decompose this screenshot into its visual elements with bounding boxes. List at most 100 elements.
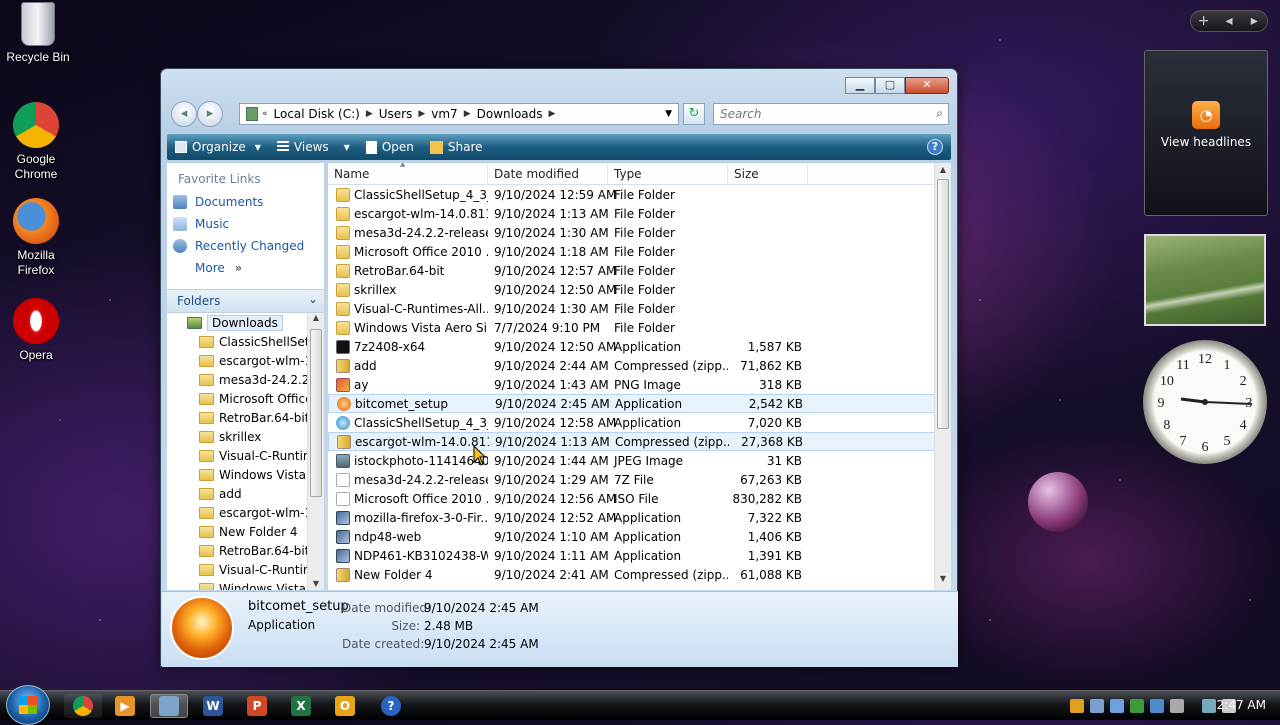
taskbar-word[interactable]: W xyxy=(194,694,232,718)
close-button[interactable]: ✕ xyxy=(905,77,949,94)
file-row[interactable]: ay 9/10/2024 1:43 AM PNG Image 318 KB xyxy=(328,375,951,394)
security-shield-icon[interactable] xyxy=(1070,699,1084,713)
favorite-music[interactable]: Music xyxy=(167,213,324,235)
file-row[interactable]: istockphoto-11414640... 9/10/2024 1:44 AM… xyxy=(328,451,951,470)
column-header-size[interactable]: Size xyxy=(728,163,808,184)
search-input[interactable]: Search ⌕ xyxy=(713,103,949,125)
slideshow-gadget[interactable] xyxy=(1144,234,1266,326)
views-button[interactable]: Views ▼ xyxy=(269,134,358,160)
folder-tree-item[interactable]: Windows Vista Aero xyxy=(167,579,324,590)
organize-button[interactable]: Organize ▼ xyxy=(167,134,269,160)
folder-tree-item[interactable]: mesa3d-24.2.2-release xyxy=(167,370,324,389)
taskbar-chrome[interactable] xyxy=(64,694,102,718)
start-button[interactable] xyxy=(6,685,50,725)
scroll-down-arrow-icon[interactable]: ▼ xyxy=(935,574,951,588)
folder-tree-item[interactable]: escargot-wlm-14.0.8117 xyxy=(167,351,324,370)
breadcrumb-separator-icon[interactable]: ▶ xyxy=(464,109,471,119)
breadcrumb-vm7[interactable]: vm7 xyxy=(425,107,463,121)
file-row[interactable]: NDP461-KB3102438-W... 9/10/2024 1:11 AM Ap… xyxy=(328,546,951,565)
breadcrumb-users[interactable]: Users xyxy=(373,107,419,121)
column-header-type[interactable]: Type xyxy=(608,163,728,184)
help-icon[interactable]: ? xyxy=(927,139,943,155)
view-headlines-link[interactable]: View headlines xyxy=(1145,135,1267,149)
folder-tree-item[interactable]: escargot-wlm-14 xyxy=(167,503,324,522)
folders-header[interactable]: Folders ⌄ xyxy=(167,289,324,313)
display-icon[interactable] xyxy=(1110,699,1124,713)
taskbar-media-player[interactable]: ▶ xyxy=(106,694,144,718)
desktop-icon-firefox[interactable]: Mozilla Firefox xyxy=(0,198,74,278)
address-bar[interactable]: « Local Disk (C:) ▶ Users ▶ vm7 ▶ Downloads… xyxy=(239,103,679,125)
check-icon[interactable] xyxy=(1130,699,1144,713)
forward-button[interactable]: ▸ xyxy=(197,101,223,127)
folder-tree-item[interactable]: skrillex xyxy=(167,427,324,446)
folder-tree-item[interactable]: New Folder 4 xyxy=(167,522,324,541)
prev-gadget-icon[interactable]: ◂ xyxy=(1216,13,1241,29)
favorite-documents[interactable]: Documents xyxy=(167,191,324,213)
scroll-up-arrow-icon[interactable]: ▲ xyxy=(935,165,951,179)
taskbar-excel[interactable]: X xyxy=(282,694,320,718)
network-icon[interactable] xyxy=(1090,699,1104,713)
scrollbar-thumb[interactable] xyxy=(310,329,322,497)
desktop-icon-chrome[interactable]: Google Chrome xyxy=(0,102,74,182)
folder-tree-item[interactable]: Visual-C-Runtimes xyxy=(167,446,324,465)
folder-tree-item[interactable]: RetroBar.64-bit xyxy=(167,541,324,560)
file-row[interactable]: escargot-wlm-14.0.811... 9/10/2024 1:13 A… xyxy=(328,432,951,451)
back-button[interactable]: ◂ xyxy=(171,101,197,127)
open-button[interactable]: Open xyxy=(358,134,422,160)
file-row[interactable]: mesa3d-24.2.2-release... 9/10/2024 1:29 A… xyxy=(328,470,951,489)
taskbar-clock[interactable]: 2:47 AM xyxy=(1217,698,1266,712)
file-row[interactable]: bitcomet_setup 9/10/2024 2:45 AM Applicati… xyxy=(328,394,951,413)
breadcrumb-downloads[interactable]: Downloads xyxy=(471,107,549,121)
favorite-more[interactable]: More » xyxy=(167,257,324,279)
folder-tree-item[interactable]: Windows Vista Aero xyxy=(167,465,324,484)
file-row[interactable]: mozilla-firefox-3-0-Fir... 9/10/2024 12:5… xyxy=(328,508,951,527)
folder-tree-item[interactable]: Downloads xyxy=(167,313,324,332)
folder-tree-item[interactable]: Microsoft Office 2010 xyxy=(167,389,324,408)
battery-icon[interactable] xyxy=(1170,699,1184,713)
taskbar-powerpoint[interactable]: P xyxy=(238,694,276,718)
breadcrumb-separator-icon[interactable]: ▶ xyxy=(549,109,556,119)
breadcrumb-local-disk[interactable]: Local Disk (C:) xyxy=(268,107,366,121)
folder-tree-item[interactable]: Visual-C-Runtimes xyxy=(167,560,324,579)
taskbar-outlook[interactable]: O xyxy=(326,694,364,718)
file-row[interactable]: ndp48-web 9/10/2024 1:10 AM Application 1,4… xyxy=(328,527,951,546)
column-header-name[interactable]: Name ▲ xyxy=(328,163,488,184)
breadcrumb-separator-icon[interactable]: ▶ xyxy=(366,109,373,119)
address-dropdown-icon[interactable]: ▼ xyxy=(665,109,672,119)
add-gadget-button[interactable]: + xyxy=(1191,13,1216,29)
folder-tree-item[interactable]: RetroBar.64-bit xyxy=(167,408,324,427)
sync-icon[interactable] xyxy=(1150,699,1164,713)
refresh-button[interactable]: ↻ xyxy=(683,103,705,125)
maximize-button[interactable]: ▢ xyxy=(875,77,905,94)
column-header-date[interactable]: Date modified xyxy=(488,163,608,184)
scroll-down-arrow-icon[interactable]: ▼ xyxy=(308,579,324,590)
scroll-up-arrow-icon[interactable]: ▲ xyxy=(308,313,324,327)
folder-tree-item[interactable]: ClassicShellSetup_4_3_1 xyxy=(167,332,324,351)
file-row[interactable]: Visual-C-Runtimes-All... 9/10/2024 1:30 A… xyxy=(328,299,951,318)
file-row[interactable]: skrillex 9/10/2024 12:50 AM File Folder xyxy=(328,280,951,299)
desktop-icon-opera[interactable]: Opera xyxy=(0,298,74,363)
next-gadget-icon[interactable]: ▸ xyxy=(1242,13,1267,29)
folder-tree-item[interactable]: add xyxy=(167,484,324,503)
desktop-icon-recycle-bin[interactable]: Recycle Bin xyxy=(0,2,76,65)
search-icon[interactable]: ⌕ xyxy=(936,106,943,121)
taskbar-explorer[interactable] xyxy=(150,694,188,718)
file-row[interactable]: Windows Vista Aero Si... 7/7/2024 9:10 PM… xyxy=(328,318,951,337)
scrollbar-thumb[interactable] xyxy=(937,179,949,429)
tree-scrollbar[interactable]: ▲ ▼ xyxy=(307,313,324,590)
share-button[interactable]: Share xyxy=(422,134,491,160)
file-list-scrollbar[interactable]: ▲ ▼ xyxy=(934,163,951,590)
file-row[interactable]: Microsoft Office 2010 ... 9/10/2024 12:56… xyxy=(328,489,951,508)
minimize-button[interactable]: ▁ xyxy=(845,77,875,94)
file-row[interactable]: ClassicShellSetup_4_3_1 9/10/2024 12:59 A… xyxy=(328,185,951,204)
file-row[interactable]: Microsoft Office 2010 ... 9/10/2024 1:18 … xyxy=(328,242,951,261)
file-row[interactable]: New Folder 4 9/10/2024 2:41 AM Compressed … xyxy=(328,565,951,584)
feed-headlines-gadget[interactable]: ◔ View headlines xyxy=(1144,50,1268,216)
file-row[interactable]: escargot-wlm-14.0.811... 9/10/2024 1:13 A… xyxy=(328,204,951,223)
taskbar-help[interactable]: ? xyxy=(372,694,410,718)
file-row[interactable]: ClassicShellSetup_4_3_1 9/10/2024 12:58 A… xyxy=(328,413,951,432)
file-row[interactable]: 7z2408-x64 9/10/2024 12:50 AM Application 1… xyxy=(328,337,951,356)
breadcrumb-separator-icon[interactable]: ▶ xyxy=(418,109,425,119)
file-row[interactable]: add 9/10/2024 2:44 AM Compressed (zipp... 7… xyxy=(328,356,951,375)
file-row[interactable]: RetroBar.64-bit 9/10/2024 12:57 AM File Fo… xyxy=(328,261,951,280)
